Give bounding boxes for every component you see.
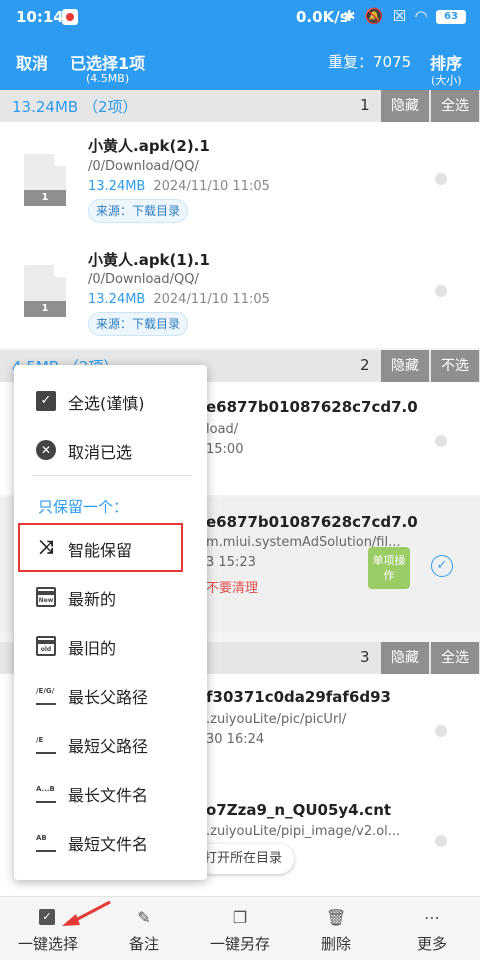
hide-button[interactable]: 隐藏 bbox=[381, 350, 429, 382]
cancel-button[interactable]: 取消 bbox=[16, 50, 48, 74]
menu-shortest-parent-path[interactable]: /E 最短父路径 bbox=[14, 724, 207, 764]
file-name: 小黄人.apk(2).1 bbox=[88, 137, 210, 155]
file-size: 13.24MB bbox=[88, 292, 146, 307]
shuffle-icon: ⤨ bbox=[38, 537, 54, 558]
battery-icon: 63 bbox=[436, 10, 466, 24]
single-op-button[interactable]: 单项操作 bbox=[368, 547, 410, 589]
group-number: 1 bbox=[360, 96, 370, 114]
edit-icon: ✎ bbox=[137, 908, 151, 927]
file-name: f30371c0da29faf6d93 bbox=[206, 688, 391, 706]
select-radio[interactable] bbox=[435, 285, 447, 297]
file-name: o7Zza9_n_QU05y4.cnt bbox=[206, 801, 392, 819]
deselect-button[interactable]: 不选 bbox=[431, 350, 479, 382]
save-as-button[interactable]: ❐ 一键另存 bbox=[192, 897, 288, 960]
calendar-new-icon: New bbox=[36, 587, 56, 607]
file-meta: 13.24MB 2024/11/10 11:05 bbox=[88, 292, 270, 307]
select-radio[interactable] bbox=[435, 725, 447, 737]
sort-mode[interactable]: (大小) bbox=[431, 72, 462, 88]
file-icon: 1 bbox=[24, 265, 66, 317]
file-date: 15:00 bbox=[206, 442, 244, 457]
selection-count: 已选择1项 bbox=[70, 54, 146, 73]
file-icon: 1 bbox=[24, 154, 66, 206]
status-icons: ✱ 🔕 ☒ ◠ bbox=[343, 7, 429, 25]
group-number: 2 bbox=[360, 356, 370, 374]
menu-newest[interactable]: New 最新的 bbox=[14, 577, 207, 617]
file-date: 2024/11/10 11:05 bbox=[153, 179, 270, 194]
more-button[interactable]: ⋯ 更多 bbox=[384, 897, 480, 960]
action-bar: 取消 已选择1项 (4.5MB) 重复：7075 排序 (大小) bbox=[0, 34, 480, 90]
checkbox-icon: ✓ bbox=[39, 909, 55, 925]
group-number: 3 bbox=[360, 648, 370, 666]
hide-button[interactable]: 隐藏 bbox=[381, 90, 429, 122]
copy-icon: ❐ bbox=[232, 908, 248, 927]
menu-longest-parent-path[interactable]: /E/G/ 最长父路径 bbox=[14, 675, 207, 715]
app-notification-icon bbox=[62, 9, 78, 25]
file-path: /0/Download/QQ/ bbox=[88, 159, 199, 174]
menu-deselect[interactable]: ✕ 取消已选 bbox=[14, 430, 207, 470]
file-name: e6877b01087628c7cd7.0 bbox=[206, 513, 418, 531]
menu-select-all-careful[interactable]: ✓ 全选(谨慎) bbox=[14, 381, 207, 421]
duplicate-count: 重复：7075 bbox=[328, 53, 412, 71]
check-circle-icon[interactable]: ✓ bbox=[431, 555, 453, 577]
long-name-icon: A...B bbox=[36, 783, 56, 803]
file-path: /0/Download/QQ/ bbox=[88, 272, 199, 287]
warning-label: 不要清理 bbox=[206, 581, 259, 596]
menu-oldest[interactable]: old 最旧的 bbox=[14, 626, 207, 666]
status-bar: 10:14 0.0K/s ✱ 🔕 ☒ ◠ 63 bbox=[0, 0, 480, 34]
menu-longest-filename[interactable]: A...B 最长文件名 bbox=[14, 773, 207, 813]
file-name: e6877b01087628c7cd7.0 bbox=[206, 398, 418, 416]
source-tag: 来源：下载目录 bbox=[88, 199, 189, 223]
list-item[interactable]: 1 小黄人.apk(1).1 /0/Download/QQ/ 13.24MB 20… bbox=[0, 235, 480, 348]
select-popup-menu: ✓ 全选(谨慎) ✕ 取消已选 只保留一个： ⤨ 智能保留 New 最新的 ol… bbox=[14, 365, 207, 880]
menu-shortest-filename[interactable]: AB 最短文件名 bbox=[14, 822, 207, 862]
group-header: 13.24MB （2项） 1 隐藏 全选 bbox=[0, 90, 480, 122]
file-path: .zuiyouLite/pic/picUrl/ bbox=[206, 712, 347, 727]
long-path-icon: /E/G/ bbox=[36, 685, 56, 705]
select-all-button[interactable]: 全选 bbox=[431, 90, 479, 122]
clock: 10:14 bbox=[16, 8, 64, 26]
short-name-icon: AB bbox=[36, 832, 56, 852]
file-size: 13.24MB bbox=[88, 179, 146, 194]
clear-icon: ✕ bbox=[36, 440, 56, 460]
file-name: 小黄人.apk(1).1 bbox=[88, 251, 210, 269]
hide-button[interactable]: 隐藏 bbox=[381, 642, 429, 674]
delete-button[interactable]: 🗑 删除 bbox=[288, 897, 384, 960]
selection-size: (4.5MB) bbox=[86, 72, 130, 85]
list-item[interactable]: 1 小黄人.apk(2).1 /0/Download/QQ/ 13.24MB 20… bbox=[0, 122, 480, 235]
file-date: 2024/11/10 11:05 bbox=[153, 292, 270, 307]
select-radio[interactable] bbox=[435, 173, 447, 185]
file-date: 3 15:23 bbox=[206, 555, 256, 570]
select-all-button[interactable]: 全选 bbox=[431, 642, 479, 674]
file-date: 30 16:24 bbox=[206, 732, 265, 747]
calendar-old-icon: old bbox=[36, 636, 56, 656]
menu-divider bbox=[32, 475, 192, 476]
more-icon: ⋯ bbox=[424, 908, 440, 927]
red-arrow-annotation bbox=[62, 900, 111, 926]
keep-one-title: 只保留一个： bbox=[38, 498, 129, 516]
file-path: load/ bbox=[206, 422, 239, 437]
select-radio[interactable] bbox=[435, 835, 447, 847]
file-meta: 13.24MB 2024/11/10 11:05 bbox=[88, 179, 270, 194]
sort-button[interactable]: 排序 bbox=[430, 50, 462, 74]
source-tag: 来源：下载目录 bbox=[88, 312, 189, 336]
checkbox-icon: ✓ bbox=[36, 391, 56, 411]
trash-icon: 🗑 bbox=[326, 908, 347, 927]
menu-smart-keep[interactable]: ⤨ 智能保留 bbox=[14, 528, 207, 568]
short-path-icon: /E bbox=[36, 734, 56, 754]
network-speed: 0.0K/s bbox=[296, 8, 349, 26]
select-radio[interactable] bbox=[435, 435, 447, 447]
group-size: 13.24MB （2项） bbox=[12, 98, 138, 116]
open-directory-button[interactable]: 打开所在目录 bbox=[196, 844, 295, 874]
file-path: .zuiyouLite/pipi_image/v2.ol... bbox=[206, 824, 401, 839]
